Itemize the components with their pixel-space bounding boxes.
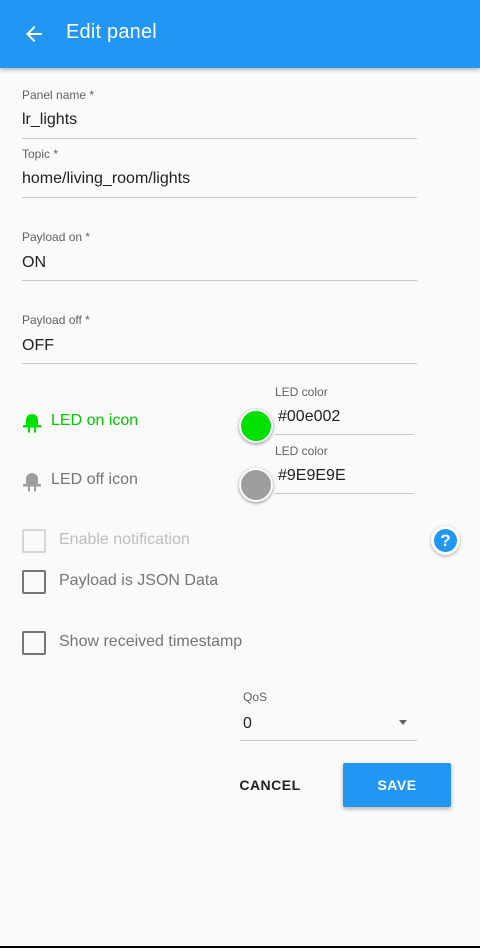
panel-name-value: lr_lights [22, 111, 78, 128]
led-bulb-icon [23, 473, 41, 492]
payload-json-label: Payload is JSON Data [59, 572, 219, 589]
save-button[interactable]: SAVE [343, 763, 451, 807]
chevron-down-icon [399, 720, 407, 725]
led-on-color-underline [275, 434, 414, 435]
help-button[interactable]: ? [431, 526, 460, 555]
qos-label: QoS [243, 690, 268, 704]
led-on-color-value: #00e002 [278, 408, 341, 425]
payload-off-field[interactable]: Payload off * OFF [22, 311, 417, 365]
payload-off-value: OFF [22, 337, 54, 354]
show-timestamp-checkbox[interactable] [22, 631, 46, 655]
led-off-color-underline [275, 493, 414, 494]
qos-value: 0 [243, 715, 252, 732]
payload-on-underline [22, 280, 417, 281]
enable-notification-checkbox[interactable] [22, 529, 46, 553]
led-on-color-label: LED color [275, 385, 328, 399]
qos-underline [240, 740, 417, 741]
app-bar: Edit panel [0, 0, 480, 68]
panel-name-field[interactable]: Panel name * lr_lights [22, 86, 417, 140]
cancel-button[interactable]: CANCEL [231, 763, 309, 807]
topic-value: home/living_room/lights [22, 170, 191, 187]
led-bulb-icon [23, 414, 41, 433]
panel-name-label: Panel name * [22, 88, 95, 102]
page-title: Edit panel [66, 21, 157, 43]
show-timestamp-label: Show received timestamp [59, 633, 243, 650]
back-button[interactable] [14, 14, 54, 54]
arrow-left-icon [26, 26, 42, 42]
topic-underline [22, 197, 417, 198]
topic-field[interactable]: Topic * home/living_room/lights [22, 145, 417, 199]
panel-name-underline [22, 138, 417, 139]
led-off-color-label: LED color [275, 444, 328, 458]
payload-off-underline [22, 363, 417, 364]
enable-notification-row[interactable]: Enable notification [22, 529, 272, 555]
led-on-color-swatch[interactable] [239, 409, 273, 443]
led-on-label: LED on icon [51, 412, 139, 429]
enable-notification-label: Enable notification [59, 531, 190, 548]
led-off-color-value: #9E9E9E [278, 467, 346, 484]
payload-on-field[interactable]: Payload on * ON [22, 228, 417, 282]
payload-on-label: Payload on * [22, 230, 91, 244]
topic-label: Topic * [22, 147, 59, 161]
payload-off-label: Payload off * [22, 313, 90, 327]
help-circle-icon: ? [434, 529, 457, 552]
led-off-label: LED off icon [51, 471, 138, 488]
payload-json-checkbox[interactable] [22, 570, 46, 594]
led-on-color-field[interactable]: LED color #00e002 [275, 383, 414, 437]
payload-on-value: ON [22, 254, 46, 271]
led-off-color-field[interactable]: LED color #9E9E9E [275, 442, 414, 496]
show-timestamp-row[interactable]: Show received timestamp [22, 631, 282, 657]
payload-json-row[interactable]: Payload is JSON Data [22, 570, 272, 596]
led-off-color-swatch[interactable] [239, 468, 273, 502]
qos-select[interactable]: QoS 0 [240, 688, 417, 742]
